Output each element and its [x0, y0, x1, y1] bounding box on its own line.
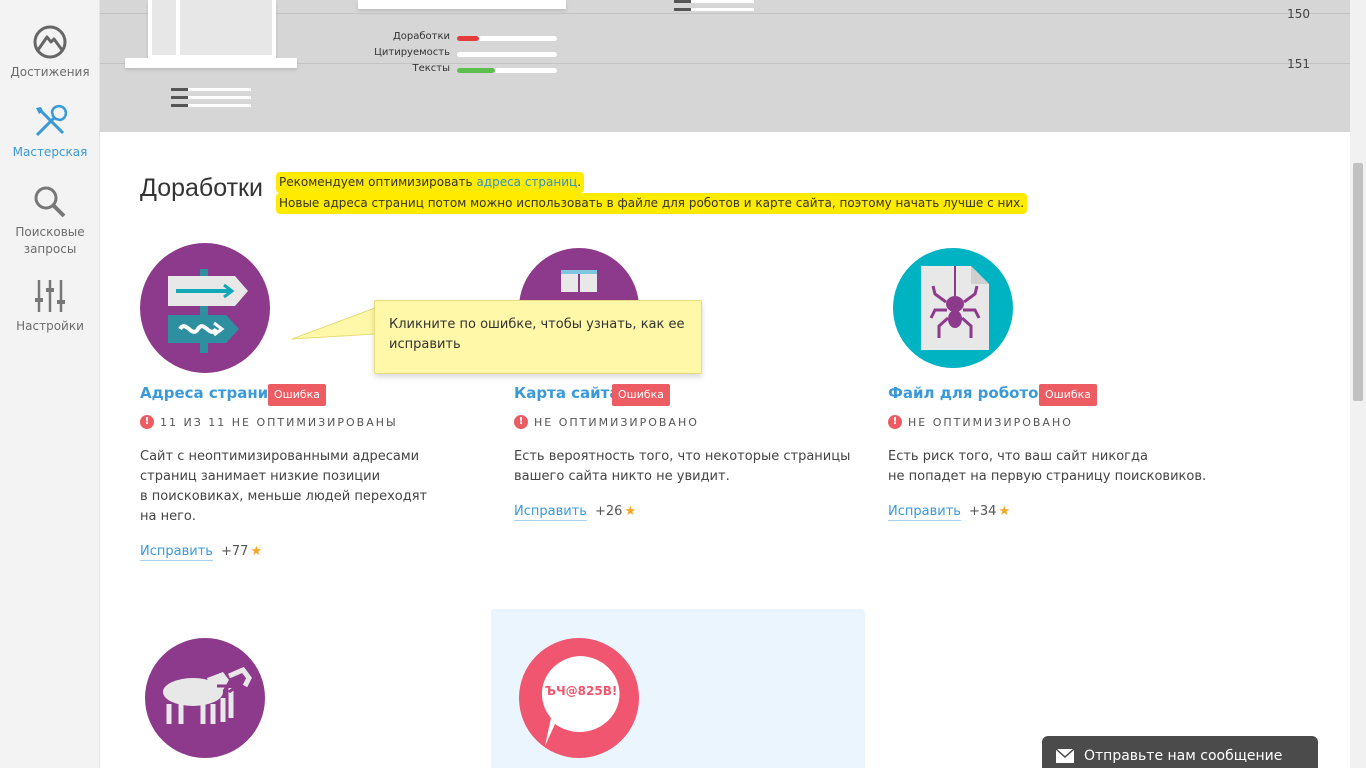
card-description: Есть риск того, что ваш сайт никогда не … [888, 449, 1207, 484]
search-icon [34, 186, 66, 218]
tools-icon [35, 104, 68, 137]
sidebar-item-workshop[interactable]: Мастерская [0, 104, 100, 161]
card-title-robots[interactable]: Файл для роботов [888, 384, 1048, 402]
error-badge[interactable]: Ошибка [268, 384, 327, 406]
scrollbar-thumb[interactable] [1353, 163, 1363, 401]
envelope-icon [1056, 749, 1074, 763]
exclamation-icon: ! [140, 415, 154, 429]
text-lines-illustration [171, 88, 251, 112]
progress-fill [457, 68, 495, 73]
tooltip-text: Кликните по ошибке, чтобы узнать, как ее… [389, 317, 685, 352]
tooltip: Кликните по ошибке, чтобы узнать, как ее… [374, 300, 702, 374]
sidebar-item-achievements[interactable]: Достижения [0, 24, 100, 81]
star-icon: ★ [250, 544, 263, 559]
robots-file-spider-icon[interactable] [893, 248, 1013, 368]
progress-fill [457, 36, 479, 41]
fix-link[interactable]: Исправить [514, 503, 587, 521]
progress-label: Тексты [412, 63, 450, 74]
card-title-urls[interactable]: Адреса страниц [140, 384, 279, 402]
recommendation-text: . [577, 175, 582, 189]
y-axis-label: 151 [1287, 57, 1310, 71]
fix-link[interactable]: Исправить [140, 543, 213, 561]
points-value: +34 [969, 504, 997, 519]
y-axis-label: 150 [1287, 7, 1310, 21]
bubble-text: ЪЧ@825В! [545, 684, 618, 698]
duplicate-sheep-icon[interactable] [145, 638, 265, 758]
recommendation-line: Новые адреса страниц потом можно использ… [276, 193, 1028, 214]
recommendation-text: Рекомендуем оптимизировать [279, 175, 477, 189]
status-line: ! НЕ ОПТИМИЗИРОВАНО [888, 415, 1073, 429]
progress-row: Тексты [295, 63, 565, 77]
progress-row: Доработки [295, 31, 565, 45]
tooltip-tail [291, 307, 376, 340]
exclamation-icon: ! [888, 415, 902, 429]
sidebar-item-label: Настройки [16, 319, 84, 333]
error-badge[interactable]: Ошибка [612, 384, 671, 406]
points: +77 ★ [221, 544, 262, 559]
send-message-button[interactable]: Отправьте нам сообщение [1042, 736, 1318, 768]
page-illustration-base [125, 58, 297, 68]
progress-label: Цитируемость [374, 47, 450, 58]
progress-label: Доработки [392, 31, 450, 42]
page-illustration [148, 0, 276, 58]
progress-track [457, 52, 557, 57]
text-lines-illustration [674, 0, 754, 16]
fix-link[interactable]: Исправить [888, 503, 961, 521]
recommendation-line: Рекомендуем оптимизировать адреса страни… [276, 172, 585, 193]
status-text: НЕ ОПТИМИЗИРОВАНО [534, 415, 699, 429]
points: +26 ★ [595, 504, 636, 519]
status-text: 11 ИЗ 11 НЕ ОПТИМИЗИРОВАНЫ [160, 415, 398, 429]
progress-track [457, 68, 557, 73]
exclamation-icon: ! [514, 415, 528, 429]
card-title-sitemap[interactable]: Карта сайта [514, 384, 620, 402]
status-line: ! НЕ ОПТИМИЗИРОВАНО [514, 415, 699, 429]
card-description: Сайт с неоптимизированными адресами стра… [140, 449, 428, 524]
error-badge[interactable]: Ошибка [1039, 384, 1098, 406]
progress-row: Цитируемость [295, 47, 565, 61]
section-title: Доработки [140, 174, 263, 202]
sidebar-item-label: Поисковые запросы [15, 225, 85, 256]
points: +34 ★ [969, 504, 1010, 519]
sidebar-item-search-queries[interactable]: Поисковые запросы [0, 184, 100, 258]
sidebar-item-label: Мастерская [12, 145, 88, 159]
mountain-icon [33, 25, 67, 59]
points-value: +77 [221, 544, 249, 559]
scrollbar[interactable] [1350, 0, 1366, 768]
sidebar: Достижения Мастерская Поисковые запросы … [0, 0, 100, 768]
url-signpost-icon[interactable] [140, 243, 270, 373]
sidebar-item-label: Достижения [10, 65, 90, 79]
sidebar-item-settings[interactable]: Настройки [0, 278, 100, 335]
sliders-icon [35, 280, 65, 312]
page-illustration [358, 0, 566, 9]
chat-label: Отправьте нам сообщение [1084, 748, 1283, 764]
card-description: Есть вероятность того, что некоторые стр… [514, 449, 851, 484]
status-text: НЕ ОПТИМИЗИРОВАНО [908, 415, 1073, 429]
encoding-bubble-icon[interactable]: ЪЧ@825В! [519, 638, 639, 758]
recommendation-link[interactable]: адреса страниц [476, 175, 577, 189]
star-icon: ★ [998, 504, 1011, 519]
points-value: +26 [595, 504, 623, 519]
progress-track [457, 36, 557, 41]
star-icon: ★ [624, 504, 637, 519]
status-line: ! 11 ИЗ 11 НЕ ОПТИМИЗИРОВАНЫ [140, 415, 398, 429]
